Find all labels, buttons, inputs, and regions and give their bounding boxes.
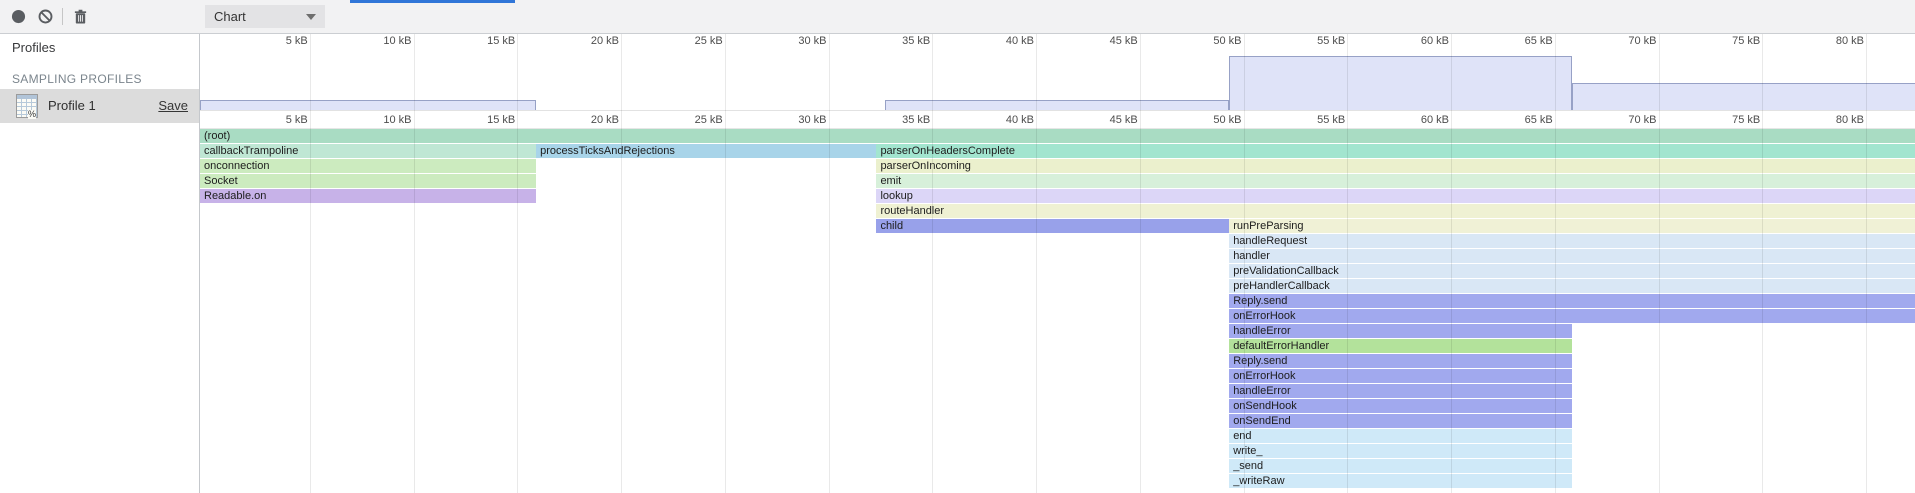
overview-step[interactable] <box>200 100 536 110</box>
flame-bar-end[interactable]: end <box>1229 429 1571 443</box>
tick-label: 65 kB <box>1493 114 1553 126</box>
tick-label: 75 kB <box>1700 114 1760 126</box>
sidebar-item-profile-1[interactable]: % Profile 1 Save <box>0 89 199 123</box>
record-button[interactable] <box>11 9 26 24</box>
overview-step[interactable] <box>1572 83 1915 110</box>
tick-label: 45 kB <box>1078 114 1138 126</box>
gridline <box>1347 34 1348 493</box>
tick-label: 5 kB <box>248 114 308 126</box>
flame-bar-prehandlercallback[interactable]: preHandlerCallback <box>1229 279 1915 293</box>
gridline <box>621 34 622 493</box>
flame-bar-runpreparsing[interactable]: runPreParsing <box>1229 219 1915 233</box>
tick-label: 35 kB <box>870 114 930 126</box>
gridline <box>310 34 311 493</box>
flame-bar--writeraw[interactable]: _writeRaw <box>1229 474 1571 488</box>
flame-bar-lookup[interactable]: lookup <box>876 189 1915 203</box>
gridline <box>1244 34 1245 493</box>
tick-label: 30 kB <box>767 114 827 126</box>
gridline <box>414 34 415 493</box>
flame-bar-parseronincoming[interactable]: parserOnIncoming <box>876 159 1915 173</box>
tick-label: 50 kB <box>1182 114 1242 126</box>
view-mode-dropdown-value: Chart <box>214 9 246 24</box>
overview-step[interactable] <box>1229 56 1571 110</box>
gridline <box>829 34 830 493</box>
tick-label: 45 kB <box>1078 35 1138 47</box>
toolbar-divider <box>62 8 63 25</box>
flame-bar-child[interactable]: child <box>876 219 1229 233</box>
tick-label: 60 kB <box>1389 114 1449 126</box>
profiles-sidebar: Profiles SAMPLING PROFILES % Profile 1 S… <box>0 34 200 493</box>
flame-bar-processticksandrejections[interactable]: processTicksAndRejections <box>536 144 876 158</box>
overview-step[interactable] <box>885 100 1229 110</box>
active-tab-indicator <box>350 0 515 3</box>
tick-label: 40 kB <box>974 114 1034 126</box>
tick-label: 25 kB <box>663 35 723 47</box>
gridline <box>1036 34 1037 493</box>
tick-label: 80 kB <box>1804 35 1864 47</box>
profile-name: Profile 1 <box>48 98 96 113</box>
gridline <box>517 34 518 493</box>
flame-bar-handler[interactable]: handler <box>1229 249 1915 263</box>
tick-label: 55 kB <box>1285 35 1345 47</box>
tick-label: 10 kB <box>352 35 412 47</box>
flame-bar-onerrorhook[interactable]: onErrorHook <box>1229 369 1571 383</box>
tick-label: 60 kB <box>1389 35 1449 47</box>
tick-label: 20 kB <box>559 35 619 47</box>
gridline <box>1762 34 1763 493</box>
tick-label: 40 kB <box>974 35 1034 47</box>
sidebar-title: Profiles <box>12 40 55 55</box>
gridline <box>1140 34 1141 493</box>
flame-bar-write-[interactable]: write_ <box>1229 444 1571 458</box>
flame-bar-handleerror[interactable]: handleError <box>1229 324 1571 338</box>
flame-bar-onsendhook[interactable]: onSendHook <box>1229 399 1571 413</box>
gridline <box>725 34 726 493</box>
tick-label: 50 kB <box>1182 35 1242 47</box>
tick-label: 15 kB <box>455 35 515 47</box>
tick-label: 5 kB <box>248 35 308 47</box>
clear-icon[interactable] <box>38 9 53 24</box>
gridline <box>1866 34 1867 493</box>
flame-bar-onconnection[interactable]: onconnection <box>200 159 536 173</box>
devtools-memory-profiler: { "toolbar": { "dropdown_label": "Chart"… <box>0 0 1915 493</box>
tick-label: 35 kB <box>870 35 930 47</box>
tick-label: 75 kB <box>1700 35 1760 47</box>
tick-label: 10 kB <box>352 114 412 126</box>
gridline <box>1659 34 1660 493</box>
flame-bar-handlerequest[interactable]: handleRequest <box>1229 234 1915 248</box>
flame-bar-parseronheaderscomplete[interactable]: parserOnHeadersComplete <box>876 144 1915 158</box>
tick-label: 25 kB <box>663 114 723 126</box>
flame-bar-onsendend[interactable]: onSendEnd <box>1229 414 1571 428</box>
flame-bar-onerrorhook[interactable]: onErrorHook <box>1229 309 1915 323</box>
tick-label: 55 kB <box>1285 114 1345 126</box>
flame-bar-handleerror[interactable]: handleError <box>1229 384 1571 398</box>
flame-bar-defaulterrorhandler[interactable]: defaultErrorHandler <box>1229 339 1571 353</box>
tick-label: 80 kB <box>1804 114 1864 126</box>
profile-chart-icon: % <box>16 94 38 118</box>
view-mode-dropdown[interactable]: Chart <box>205 5 325 28</box>
chevron-down-icon <box>306 14 316 20</box>
flame-bar-prevalidationcallback[interactable]: preValidationCallback <box>1229 264 1915 278</box>
flame-chart-panel: (root)callbackTrampolineprocessTicksAndR… <box>200 34 1915 493</box>
tick-label: 65 kB <box>1493 35 1553 47</box>
flame-bar-emit[interactable]: emit <box>876 174 1915 188</box>
save-profile-link[interactable]: Save <box>158 98 188 113</box>
tick-label: 70 kB <box>1597 35 1657 47</box>
trash-icon[interactable] <box>73 9 88 24</box>
tick-label: 30 kB <box>767 35 827 47</box>
tick-label: 15 kB <box>455 114 515 126</box>
gridline <box>932 34 933 493</box>
sampling-profiles-header: SAMPLING PROFILES <box>12 72 142 86</box>
tick-label: 70 kB <box>1597 114 1657 126</box>
flame-bar-socket[interactable]: Socket <box>200 174 536 188</box>
flame-bar--send[interactable]: _send <box>1229 459 1571 473</box>
tick-label: 20 kB <box>559 114 619 126</box>
gridline <box>1555 34 1556 493</box>
flame-bar-callbacktrampoline[interactable]: callbackTrampoline <box>200 144 536 158</box>
flame-bar-reply-send[interactable]: Reply.send <box>1229 294 1915 308</box>
flame-bar-routehandler[interactable]: routeHandler <box>876 204 1915 218</box>
flame-bar-readable-on[interactable]: Readable.on <box>200 189 536 203</box>
flame-bar-reply-send[interactable]: Reply.send <box>1229 354 1571 368</box>
toolbar: Chart <box>0 0 1915 34</box>
gridline <box>1451 34 1452 493</box>
